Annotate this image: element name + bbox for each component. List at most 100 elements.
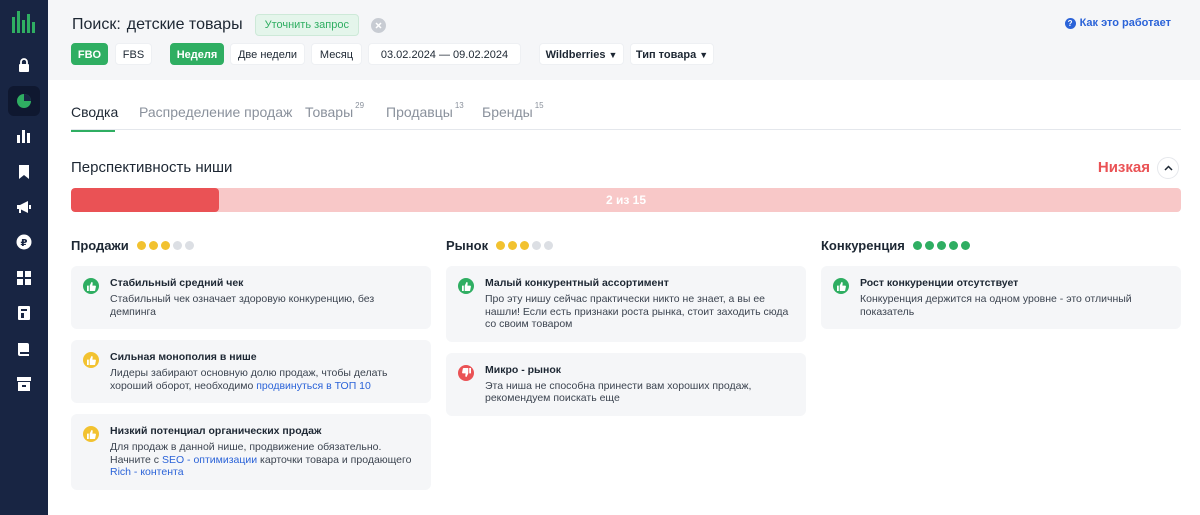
bar-chart-icon (17, 130, 30, 143)
active-tab-indicator (71, 130, 115, 132)
marketplace-dropdown[interactable]: Wildberries ▼ (539, 43, 624, 65)
insight-text: Эта ниша не способна принести вам хороши… (485, 379, 752, 405)
help-icon: ? (1064, 17, 1076, 29)
chevron-up-icon (1163, 165, 1173, 171)
clear-search-button[interactable] (371, 17, 386, 33)
rich-content-link[interactable]: Rich - контента (110, 466, 184, 478)
niche-score-label: 2 из 15 (605, 193, 647, 207)
svg-text:₽: ₽ (21, 238, 28, 249)
tab-summary[interactable]: Сводка (71, 104, 119, 132)
niche-score-bar: 2 из 15 (71, 188, 1181, 212)
insight-card: Рост конкуренции отсутствует Конкуренция… (821, 266, 1181, 329)
tab-products-label: Товары (305, 104, 354, 120)
competition-header: Конкуренция (821, 236, 1181, 254)
fbs-toggle[interactable]: FBS (115, 43, 152, 65)
product-type-value: Тип товара (635, 49, 697, 61)
period-week-button[interactable]: Неделя (170, 43, 224, 65)
sidebar-item-apps[interactable] (8, 263, 40, 293)
competition-title: Конкуренция (821, 237, 905, 253)
how-it-works-link[interactable]: ? Как это работает (1064, 17, 1171, 29)
insight-title: Микро - рынок (485, 363, 562, 376)
tab-sellers[interactable]: Продавцы 13 (386, 101, 464, 120)
fbo-toggle[interactable]: FBO (71, 43, 108, 65)
close-icon (375, 21, 382, 29)
tab-sellers-count: 13 (454, 101, 464, 110)
sales-title: Продажи (71, 237, 129, 253)
sidebar-item-analytics[interactable] (8, 86, 40, 116)
pie-chart-icon (17, 94, 31, 108)
insight-title: Сильная монополия в нише (110, 351, 257, 363)
rating-dot (948, 240, 958, 250)
logo-icon[interactable] (12, 11, 36, 33)
insight-title: Рост конкуренции отсутствует (860, 277, 1019, 289)
product-type-dropdown[interactable]: Тип товара ▼ (630, 43, 714, 65)
tab-brands[interactable]: Бренды 15 (482, 101, 544, 120)
thumbs-up-icon (83, 278, 99, 294)
megaphone-icon (17, 201, 31, 213)
bookmark-icon (19, 165, 29, 179)
competition-rating (912, 240, 973, 250)
search-row: Поиск: детские товары Уточнить запрос (72, 13, 386, 37)
grid-icon (17, 271, 31, 285)
document-icon (18, 306, 30, 320)
book-icon (18, 343, 29, 356)
rating-dot (184, 240, 194, 250)
sidebar-item-knowledge[interactable] (8, 334, 40, 364)
marketplace-value: Wildberries (545, 49, 606, 61)
insight-card: Низкий потенциал органических продаж Для… (71, 414, 431, 490)
seo-optimization-link[interactable]: SEO - оптимизации (162, 454, 257, 466)
caret-down-icon: ▼ (699, 50, 709, 60)
thumbs-up-icon (458, 278, 474, 294)
top-bar: Поиск: детские товары Уточнить запрос ? … (48, 0, 1200, 80)
insight-card: Сильная монополия в нише Лидеры забирают… (71, 340, 431, 403)
sidebar-item-finance[interactable]: ₽ (8, 227, 40, 257)
tabs: Сводка Распределение продаж Товары 29 Про… (71, 101, 1181, 132)
rating-dot (136, 240, 146, 250)
sidebar-item-promo[interactable] (8, 192, 40, 222)
thumbs-up-icon (833, 278, 849, 294)
rating-dot (544, 240, 554, 250)
promote-top10-link[interactable]: продвинуться в ТОП 10 (256, 380, 371, 392)
competition-column: Конкуренция Рост конкуренции отсутствует… (821, 236, 1181, 340)
niche-prospects-level: Низкая (1097, 159, 1150, 176)
thumbs-down-icon (458, 364, 474, 381)
insight-text: Лидеры забирают основную долю продаж, чт… (110, 367, 419, 392)
tab-summary-label: Сводка (71, 104, 119, 120)
insight-card: Стабильный средний чек Стабильный чек оз… (71, 266, 431, 329)
collapse-button[interactable] (1157, 157, 1179, 179)
sidebar-item-archive[interactable] (8, 369, 40, 399)
sidebar-item-lock[interactable] (8, 50, 40, 80)
tab-products-count: 29 (355, 101, 365, 110)
date-range-picker[interactable]: 03.02.2024 — 09.02.2024 (368, 43, 521, 65)
lock-icon (19, 58, 29, 72)
sidebar-item-documents[interactable] (8, 298, 40, 328)
rating-dot (924, 240, 934, 250)
how-it-works-label: Как это работает (1079, 17, 1171, 29)
rating-dot (496, 240, 506, 250)
main-content: Сводка Распределение продаж Товары 29 Про… (48, 80, 1200, 515)
search-query[interactable]: детские товары (127, 16, 243, 34)
insight-text-part: карточки товара и продающего (257, 453, 412, 466)
niche-prospects-title: Перспективность ниши (71, 159, 233, 176)
sidebar-item-bookmarks[interactable] (8, 157, 40, 187)
insight-title: Низкий потенциал органических продаж (110, 425, 322, 437)
tab-brands-count: 15 (534, 101, 544, 110)
ruble-icon: ₽ (16, 234, 32, 250)
period-month-button[interactable]: Месяц (311, 43, 362, 65)
insight-text: Про эту нишу сейчас практически никто не… (485, 293, 789, 330)
refine-query-button[interactable]: Уточнить запрос (254, 14, 359, 36)
tab-products[interactable]: Товары 29 (305, 101, 365, 120)
insight-title: Малый конкурентный ассортимент (485, 277, 669, 289)
sales-header: Продажи (71, 236, 431, 254)
caret-down-icon: ▼ (608, 50, 618, 60)
rating-dot (160, 240, 170, 250)
rating-dot (172, 240, 182, 250)
period-two-weeks-button[interactable]: Две недели (230, 43, 305, 65)
insight-card: Микро - рынок Эта ниша не способна прине… (446, 352, 806, 416)
market-title: Рынок (446, 237, 489, 253)
rating-dot (912, 240, 922, 250)
market-header: Рынок (446, 236, 806, 254)
sidebar-item-charts[interactable] (8, 121, 40, 151)
tab-sales-distribution[interactable]: Распределение продаж (139, 104, 292, 120)
rating-dot (936, 240, 946, 250)
